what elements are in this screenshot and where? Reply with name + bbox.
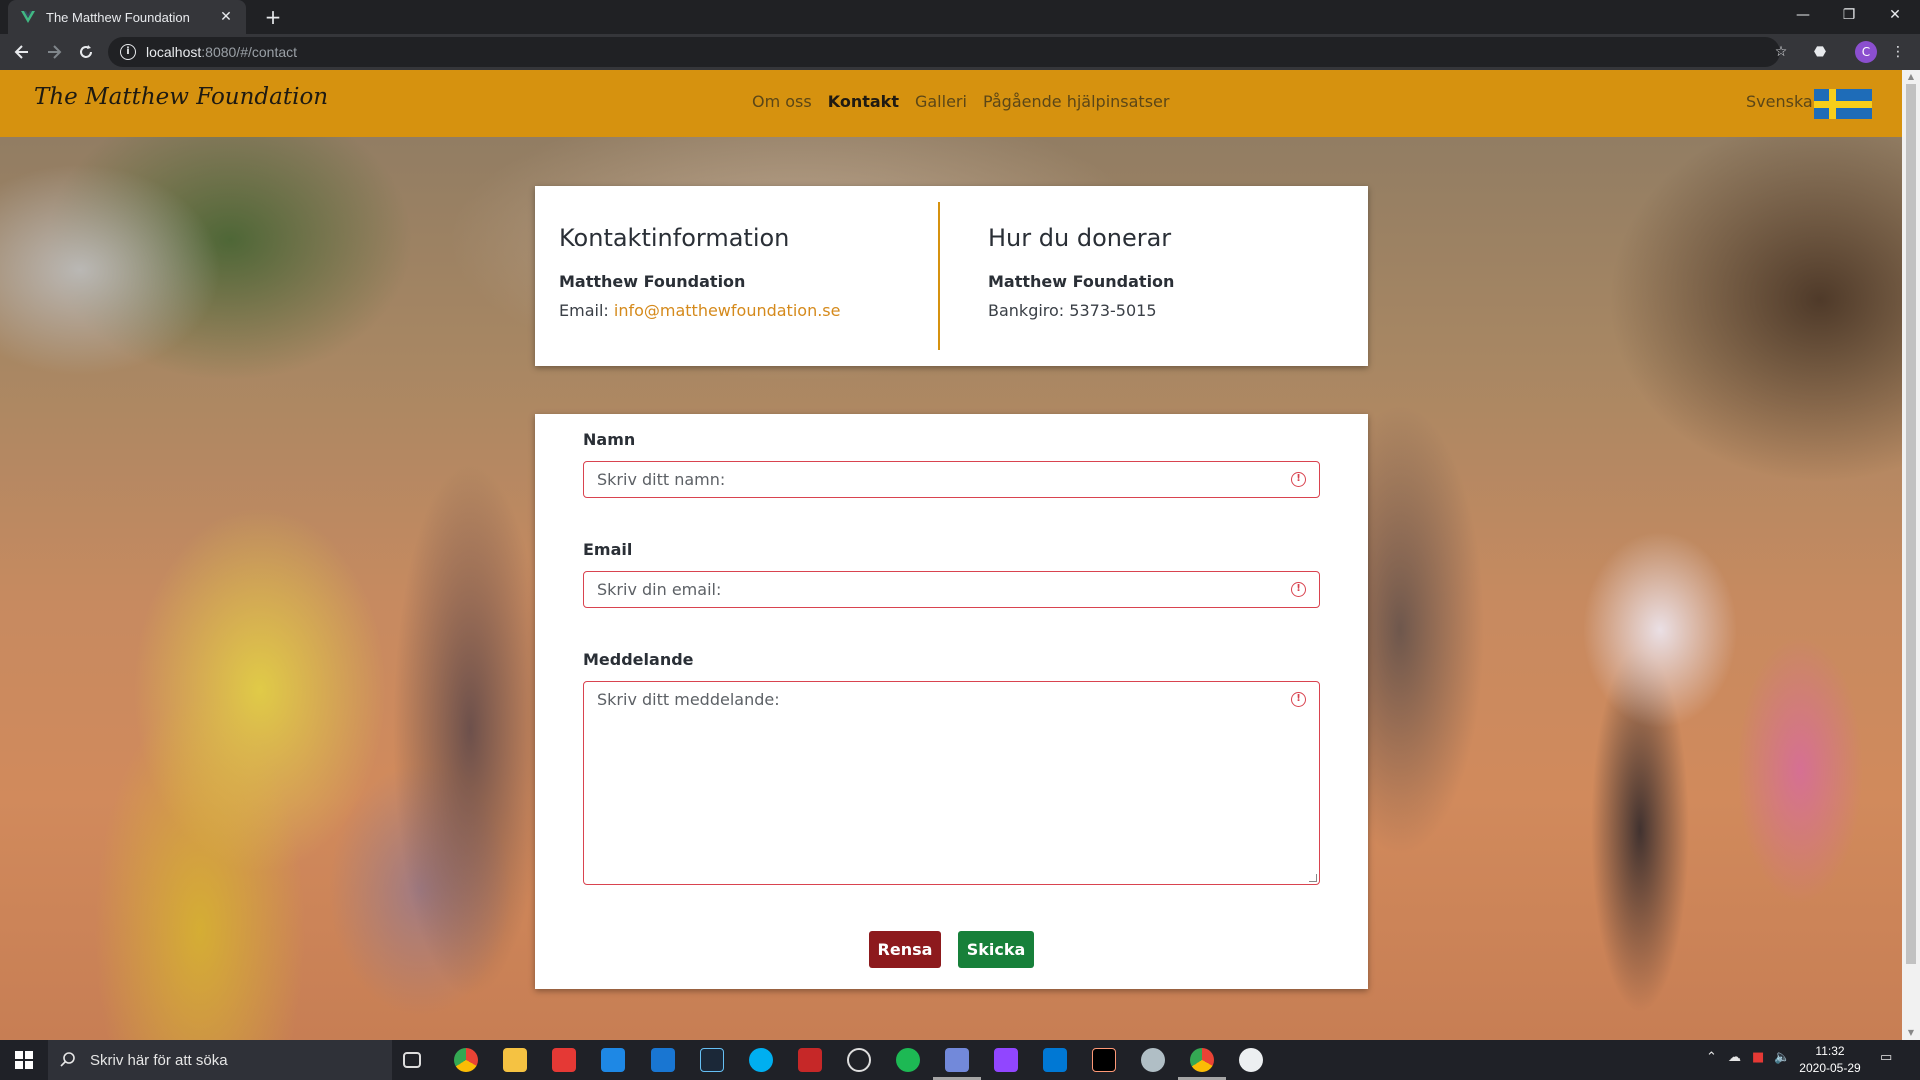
contact-form-card: Namn Skriv ditt namn: ! Email Skriv din … xyxy=(535,414,1368,989)
page-scrollbar[interactable]: ▲ ▼ xyxy=(1902,70,1920,1040)
resize-handle-icon[interactable] xyxy=(1309,874,1317,882)
chrome-menu-icon[interactable]: ⋮ xyxy=(1886,40,1910,64)
chrome-icon[interactable] xyxy=(454,1048,478,1072)
close-window-icon[interactable]: ✕ xyxy=(1872,0,1918,30)
donate-org-name: Matthew Foundation xyxy=(988,272,1175,291)
tray-expand-icon[interactable]: ⌃ xyxy=(1706,1050,1717,1065)
vue-favicon-icon xyxy=(21,11,35,23)
intellij-icon[interactable] xyxy=(1092,1048,1116,1072)
clock-time: 11:32 xyxy=(1815,1044,1845,1058)
bookmark-star-icon[interactable]: ☆ xyxy=(1769,40,1793,64)
donate-heading: Hur du donerar xyxy=(988,224,1172,252)
contact-email-line: Email: info@matthewfoundation.se xyxy=(559,301,840,320)
email-error-icon: ! xyxy=(1291,582,1306,597)
scroll-down-icon[interactable]: ▼ xyxy=(1902,1028,1920,1037)
paint-icon[interactable] xyxy=(1239,1048,1263,1072)
message-placeholder: Skriv ditt meddelande: xyxy=(597,690,780,709)
swedish-flag-icon[interactable] xyxy=(1814,89,1872,119)
restore-icon[interactable]: ❐ xyxy=(1826,0,1872,30)
app-icon[interactable] xyxy=(1141,1048,1165,1072)
browser-tab[interactable]: The Matthew Foundation ✕ xyxy=(8,0,246,34)
name-error-icon: ! xyxy=(1291,472,1306,487)
skype-icon[interactable] xyxy=(749,1048,773,1072)
browser-toolbar: i localhost:8080/#/contact ☆ ⬣ C ⋮ xyxy=(0,34,1920,70)
site-info-icon[interactable]: i xyxy=(120,44,136,60)
nav-link-om-oss[interactable]: Om oss xyxy=(752,92,812,111)
email-input[interactable]: Skriv din email: ! xyxy=(583,571,1320,608)
gift-app-icon[interactable] xyxy=(552,1048,576,1072)
action-center-icon[interactable]: ▭ xyxy=(1880,1050,1892,1065)
search-icon xyxy=(60,1052,75,1067)
address-bar[interactable]: i localhost:8080/#/contact xyxy=(108,37,1780,67)
twitch-icon[interactable] xyxy=(994,1048,1018,1072)
page-viewport: The Matthew Foundation Om oss Kontakt Ga… xyxy=(0,70,1902,1040)
windows-logo-icon xyxy=(15,1051,33,1069)
nav-link-hjalpinsatser[interactable]: Pågående hjälpinsatser xyxy=(983,92,1170,111)
url-host: localhost xyxy=(146,44,202,60)
clock-date: 2020-05-29 xyxy=(1799,1061,1861,1075)
email-label: Email xyxy=(583,540,633,559)
onedrive-icon[interactable]: ☁ xyxy=(1728,1050,1741,1065)
contact-info-column: Kontaktinformation Matthew Foundation Em… xyxy=(559,224,840,320)
spotify-icon[interactable] xyxy=(896,1048,920,1072)
tab-title: The Matthew Foundation xyxy=(46,9,190,25)
email-link[interactable]: info@matthewfoundation.se xyxy=(614,301,841,320)
vscode-icon[interactable] xyxy=(1043,1048,1067,1072)
browser-tabbar: The Matthew Foundation ✕ + — ❐ ✕ xyxy=(0,0,1920,34)
nav-link-kontakt[interactable]: Kontakt xyxy=(828,92,899,111)
email-label: Email: xyxy=(559,301,614,320)
chrome-active-icon[interactable] xyxy=(1178,1048,1226,1080)
snip-tool-icon[interactable] xyxy=(798,1048,822,1072)
message-label: Meddelande xyxy=(583,650,694,669)
store-icon[interactable] xyxy=(601,1048,625,1072)
speedtest-icon[interactable] xyxy=(847,1048,871,1072)
contact-info-heading: Kontaktinformation xyxy=(559,224,790,252)
minimize-icon[interactable]: — xyxy=(1780,0,1826,30)
name-placeholder: Skriv ditt namn: xyxy=(597,470,726,489)
site-navbar: The Matthew Foundation Om oss Kontakt Ga… xyxy=(0,70,1902,137)
name-label: Namn xyxy=(583,430,636,449)
forward-icon[interactable] xyxy=(42,40,66,64)
site-brand[interactable]: The Matthew Foundation xyxy=(34,84,328,110)
task-view-icon[interactable] xyxy=(403,1052,421,1068)
contact-info-card: Kontaktinformation Matthew Foundation Em… xyxy=(535,186,1368,366)
discord-icon[interactable] xyxy=(933,1048,981,1080)
mail-icon[interactable] xyxy=(651,1048,675,1072)
email-placeholder: Skriv din email: xyxy=(597,580,722,599)
nav-links: Om oss Kontakt Galleri Pågående hjälpins… xyxy=(752,92,1169,111)
reload-icon[interactable] xyxy=(74,40,98,64)
back-icon[interactable] xyxy=(10,40,34,64)
language-label[interactable]: Svenska xyxy=(1746,92,1813,111)
contact-org-name: Matthew Foundation xyxy=(559,272,746,291)
nav-link-galleri[interactable]: Galleri xyxy=(915,92,967,111)
message-textarea[interactable]: Skriv ditt meddelande: ! xyxy=(583,681,1320,885)
taskbar-clock[interactable]: 11:32 2020-05-29 xyxy=(1790,1043,1870,1077)
windows-taskbar: Skriv här för att söka ⌃ ☁ ■ 🔈 11:32 202… xyxy=(0,1040,1920,1080)
donate-column: Hur du donerar Matthew Foundation Bankgi… xyxy=(988,224,1174,320)
file-explorer-icon[interactable] xyxy=(503,1048,527,1072)
antivirus-icon[interactable]: ■ xyxy=(1752,1050,1764,1065)
clear-button[interactable]: Rensa xyxy=(869,931,941,968)
message-error-icon: ! xyxy=(1291,692,1306,707)
steam-icon[interactable] xyxy=(700,1048,724,1072)
url-path: :8080/#/contact xyxy=(201,44,298,60)
new-tab-button[interactable]: + xyxy=(262,6,284,28)
name-input[interactable]: Skriv ditt namn: ! xyxy=(583,461,1320,498)
profile-avatar[interactable]: C xyxy=(1855,41,1877,63)
search-placeholder: Skriv här för att söka xyxy=(90,1051,228,1069)
start-button[interactable] xyxy=(0,1040,48,1080)
extension-icon[interactable]: ⬣ xyxy=(1808,40,1832,64)
send-button[interactable]: Skicka xyxy=(958,931,1034,968)
scroll-up-icon[interactable]: ▲ xyxy=(1902,72,1920,81)
column-divider xyxy=(938,202,940,350)
volume-icon[interactable]: 🔈 xyxy=(1774,1050,1790,1065)
taskbar-search[interactable]: Skriv här för att söka xyxy=(48,1040,392,1080)
close-tab-icon[interactable]: ✕ xyxy=(218,9,234,25)
scrollbar-thumb[interactable] xyxy=(1906,84,1916,964)
bankgiro-text: Bankgiro: 5373-5015 xyxy=(988,301,1157,320)
